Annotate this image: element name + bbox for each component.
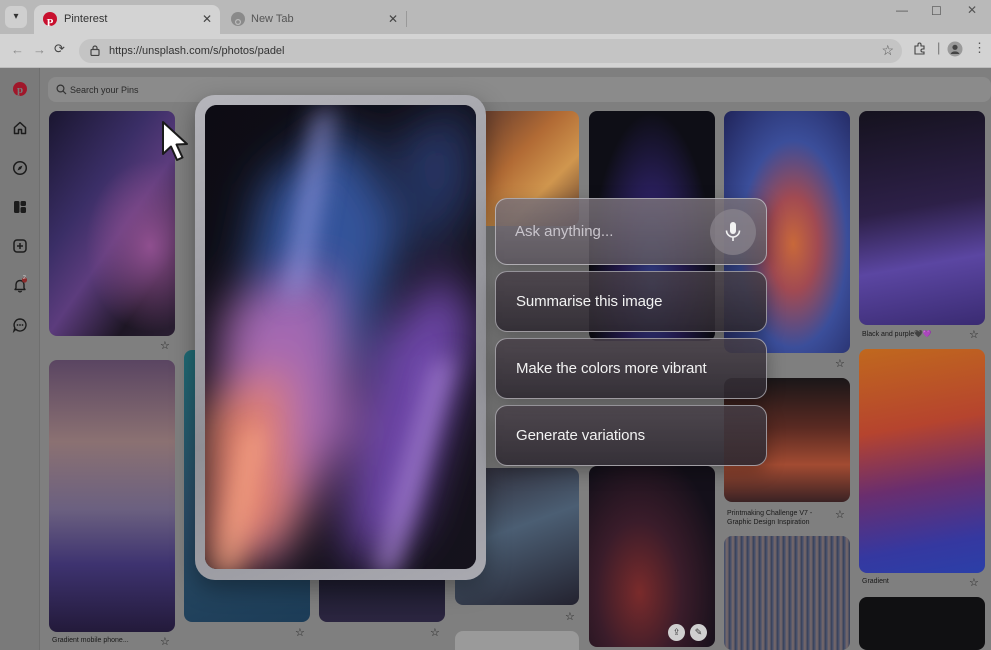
pin-caption: Graphic Design Inspiration <box>727 519 810 526</box>
close-window-icon[interactable]: ✕ <box>967 3 977 17</box>
suggestion-label: Summarise this image <box>516 293 663 310</box>
search-icon <box>56 84 67 95</box>
pin-image[interactable] <box>455 631 579 650</box>
focused-pin-image[interactable] <box>205 105 476 569</box>
suggestion-summarise-button[interactable]: Summarise this image <box>495 271 767 332</box>
mouse-cursor-icon <box>162 121 188 161</box>
svg-text:p: p <box>17 84 23 96</box>
suggestion-generate-variations-button[interactable]: Generate variations <box>495 405 767 466</box>
pinterest-logo-icon[interactable]: p <box>12 81 28 97</box>
reload-icon[interactable]: ⟳ <box>54 41 65 57</box>
close-tab-icon[interactable]: ✕ <box>202 5 212 34</box>
save-star-icon[interactable]: ☆ <box>969 328 979 341</box>
address-bar[interactable]: https://unsplash.com/s/photos/padel ☆ <box>79 39 902 63</box>
tab-search-dropdown[interactable]: ▾ <box>5 6 27 28</box>
url-text: https://unsplash.com/s/photos/padel <box>109 45 285 57</box>
suggestion-label: Make the colors more vibrant <box>516 360 707 377</box>
pin-image[interactable] <box>49 111 175 336</box>
save-star-icon[interactable]: ☆ <box>160 635 170 648</box>
home-icon[interactable] <box>12 120 28 136</box>
search-bar[interactable] <box>48 77 991 102</box>
notification-count-badge: 2 <box>23 275 26 281</box>
profile-avatar-icon[interactable] <box>947 41 963 60</box>
forward-arrow-icon[interactable]: → <box>33 42 46 57</box>
pin-image[interactable] <box>724 536 850 650</box>
toolbar-divider: | <box>937 40 941 55</box>
pin-caption: Gradient <box>862 578 889 585</box>
save-star-icon[interactable]: ☆ <box>430 626 440 639</box>
close-tab-icon[interactable]: ✕ <box>388 5 398 34</box>
save-star-icon[interactable]: ☆ <box>835 508 845 521</box>
maximize-window-icon[interactable]: ☐ <box>931 4 942 18</box>
save-star-icon[interactable]: ☆ <box>835 357 845 370</box>
browser-tab-bar: ▾ P Pinterest ✕ New Tab ✕ — ☐ ✕ <box>0 0 991 34</box>
bookmark-star-icon[interactable]: ☆ <box>881 42 894 59</box>
tab-separator <box>406 11 407 27</box>
messages-icon[interactable] <box>12 317 28 333</box>
browser-menu-icon[interactable]: ⋮ <box>973 40 986 56</box>
edit-icon[interactable]: ✎ <box>690 624 707 641</box>
chrome-favicon-icon <box>231 12 245 26</box>
microphone-icon <box>725 222 741 241</box>
back-arrow-icon[interactable]: ← <box>11 42 24 57</box>
boards-icon[interactable] <box>12 199 28 215</box>
explore-compass-icon[interactable] <box>12 160 28 176</box>
svg-text:P: P <box>47 17 54 29</box>
create-plus-icon[interactable] <box>12 238 28 254</box>
pin-caption: Black and purple🖤💜 <box>862 331 932 338</box>
pinterest-favicon-icon: P <box>43 12 57 29</box>
gradient-artwork <box>205 105 476 569</box>
tab-title: Pinterest <box>64 13 108 25</box>
tab-title: New Tab <box>251 13 294 25</box>
pin-image[interactable] <box>859 349 985 573</box>
share-icon[interactable]: ⇪ <box>668 624 685 641</box>
pin-caption: Printmaking Challenge V7 - <box>727 510 813 517</box>
suggestion-vibrant-colors-button[interactable]: Make the colors more vibrant <box>495 338 767 399</box>
extensions-icon[interactable] <box>913 42 926 58</box>
sidebar: p 2 <box>0 68 40 650</box>
save-star-icon[interactable]: ☆ <box>295 626 305 639</box>
microphone-button[interactable] <box>710 209 756 255</box>
ask-anything-box[interactable] <box>495 198 767 265</box>
tab-pinterest[interactable]: P Pinterest ✕ <box>34 5 220 34</box>
suggestion-label: Generate variations <box>516 427 646 444</box>
ask-anything-input[interactable] <box>515 199 705 264</box>
pin-caption: Gradient mobile phone... <box>52 637 129 644</box>
pin-image[interactable] <box>49 360 175 632</box>
save-star-icon[interactable]: ☆ <box>969 576 979 589</box>
pin-image[interactable] <box>859 597 985 650</box>
browser-toolbar: ← → ⟳ https://unsplash.com/s/photos/pade… <box>0 34 991 68</box>
site-info-icon[interactable] <box>90 45 100 56</box>
tab-new-tab[interactable]: New Tab ✕ <box>222 5 406 34</box>
minimize-window-icon[interactable]: — <box>896 3 908 17</box>
pin-image[interactable] <box>589 466 715 647</box>
save-star-icon[interactable]: ☆ <box>565 610 575 623</box>
pin-image[interactable] <box>859 111 985 325</box>
save-star-icon[interactable]: ☆ <box>160 339 170 352</box>
